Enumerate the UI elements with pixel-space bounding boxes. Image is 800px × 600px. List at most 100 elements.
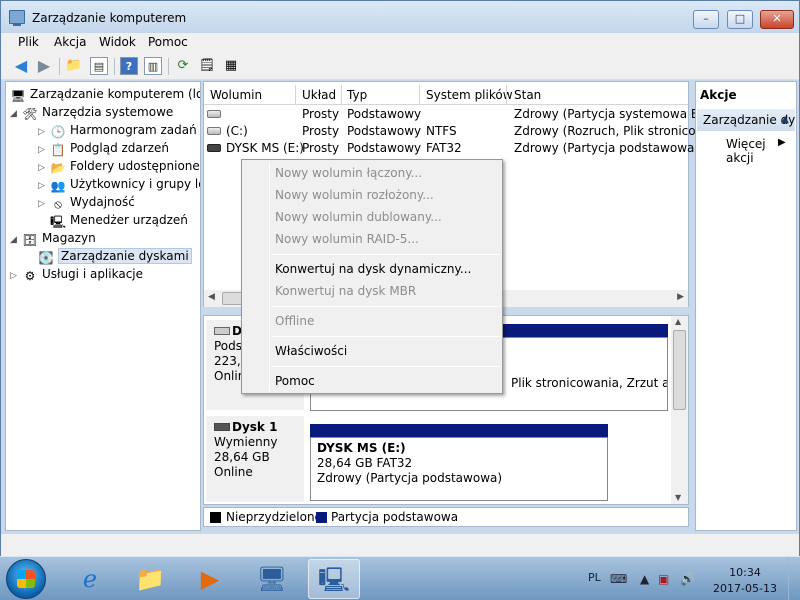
toolbar-separator (168, 58, 169, 75)
toolbar-separator (114, 58, 115, 75)
legend-label-primary: Partycja podstawowa (331, 510, 459, 524)
volume-filesystem: FAT32 (426, 141, 462, 155)
volume-row[interactable]: DYSK MS (E:) Prosty Podstawowy FAT32 Zdr… (204, 140, 699, 157)
tree-item-shared-folders[interactable]: ▷ 📂 Foldery udostępnione (38, 157, 200, 175)
disk-1-state: Online (214, 465, 253, 479)
volume-layout: Prosty (302, 107, 340, 121)
show-hide-tree-icon[interactable]: ▤ (90, 57, 108, 75)
tree-item-services[interactable]: ▷ ⚙ Usługi i aplikacje (10, 265, 143, 283)
volume-status: Zdrowy (Partycja podstawowa) (514, 141, 700, 155)
column-header-type[interactable]: Typ (347, 88, 367, 102)
tree-item-task-scheduler[interactable]: ▷ 🕒 Harmonogram zadań (38, 121, 197, 139)
scrollbar-thumb[interactable] (673, 330, 686, 410)
back-arrow-icon[interactable]: ◀ (12, 57, 30, 75)
menu-file[interactable]: Plik (18, 35, 39, 49)
actions-header: Akcje (700, 88, 737, 102)
tree-item-system-tools[interactable]: ◢ 🛠 Narzędzia systemowe (10, 103, 173, 121)
clock-time: 10:34 (729, 566, 761, 579)
disk-1-partition[interactable]: DYSK MS (E:) 28,64 GB FAT32 Zdrowy (Part… (310, 437, 608, 501)
tree-item-performance[interactable]: ▷ ⦸ Wydajność (38, 193, 135, 211)
collapse-arrow-icon[interactable]: ◢ (10, 105, 22, 123)
refresh-icon[interactable]: ⟳ (174, 57, 192, 75)
minimize-button[interactable]: – (693, 10, 719, 29)
computer-management-taskbar-button[interactable]: 🖳 (308, 559, 360, 599)
expand-arrow-icon[interactable]: ▷ (38, 195, 50, 213)
storage-icon: 🗄 (22, 233, 38, 247)
column-separator[interactable] (341, 85, 342, 105)
close-button[interactable]: ✕ (760, 10, 794, 29)
language-indicator[interactable]: PL (588, 571, 601, 584)
media-player-icon[interactable]: ▶ (184, 559, 236, 599)
performance-icon: ⦸ (54, 197, 62, 211)
tree-item-device-manager[interactable]: 🖳 Menedżer urządzeń (50, 211, 188, 229)
scroll-left-icon[interactable]: ◀ (208, 292, 215, 302)
tree-item-event-viewer[interactable]: ▷ 📋 Podgląd zdarzeń (38, 139, 169, 157)
keyboard-icon[interactable]: ⌨ (610, 572, 627, 586)
scroll-right-icon[interactable]: ▶ (677, 292, 684, 302)
control-panel-icon[interactable]: 🖥 (246, 559, 298, 599)
column-separator[interactable] (295, 85, 296, 105)
column-separator[interactable] (506, 85, 507, 105)
up-folder-icon[interactable]: 📁 (65, 57, 83, 75)
volume-type: Podstawowy (347, 107, 422, 121)
column-header-status[interactable]: Stan (514, 88, 541, 102)
volume-row[interactable]: (C:) Prosty Podstawowy NTFS Zdrowy (Rozr… (204, 123, 731, 140)
collapse-up-icon[interactable]: ▲ (781, 109, 789, 131)
volume-layout: Prosty (302, 141, 340, 155)
disk-management-icon: 💽 (38, 251, 54, 265)
actions-section-disk-management[interactable]: Zarządzanie dyskami▲ (697, 109, 795, 131)
device-manager-icon: 🖳 (50, 215, 67, 229)
properties-icon[interactable]: 🗒 (198, 57, 216, 75)
clock[interactable]: 10:34 2017-05-13 (713, 565, 777, 597)
drive-icon (207, 110, 221, 118)
legend: Nieprzydzielone Partycja podstawowa (203, 507, 689, 527)
volume-layout: Prosty (302, 124, 340, 138)
help-icon[interactable]: ? (120, 57, 138, 75)
file-explorer-icon[interactable]: 📁 (124, 559, 176, 599)
volume-row[interactable]: Prosty Podstawowy Zdrowy (Partycja syste… (204, 106, 714, 123)
column-header-layout[interactable]: Układ (302, 88, 336, 102)
vertical-scrollbar[interactable]: ▲ ▼ (671, 316, 688, 504)
menu-item-properties[interactable]: Właściwości (275, 344, 347, 358)
menu-item-convert-dynamic[interactable]: Konwertuj na dysk dynamiczny... (275, 262, 471, 276)
collapse-arrow-icon[interactable]: ◢ (10, 231, 22, 249)
tree-item-users-groups[interactable]: ▷👥Użytkownicy i grupy lokalne (38, 175, 200, 193)
start-button[interactable] (6, 559, 46, 599)
legend-label-unallocated: Nieprzydzielone (226, 510, 322, 524)
volume-name: DYSK MS (E:) (226, 141, 304, 155)
maximize-button[interactable]: □ (727, 10, 753, 29)
scroll-down-icon[interactable]: ▼ (675, 493, 681, 502)
column-separator[interactable] (419, 85, 420, 105)
volume-filesystem: NTFS (426, 124, 457, 138)
event-viewer-icon: 📋 (50, 143, 66, 157)
taskbar: ℯ 📁 ▶ 🖥 🖳 PL ⌨ ▲ ▣ 🔊 10:34 2017-05-13 (0, 556, 800, 600)
volume-icon[interactable]: 🔊 (680, 572, 695, 586)
menu-item-help[interactable]: Pomoc (275, 374, 315, 388)
toolbar-separator (59, 58, 60, 75)
export-list-icon[interactable]: ▦ (222, 57, 240, 75)
status-bar (1, 534, 799, 556)
show-hide-actions-icon[interactable]: ▥ (144, 57, 162, 75)
menu-item-new-striped-volume: Nowy wolumin rozłożony... (275, 188, 434, 202)
menu-item-new-mirrored-volume: Nowy wolumin dublowany... (275, 210, 442, 224)
tree-item-storage[interactable]: ◢ 🗄 Magazyn (10, 229, 96, 247)
column-header-filesystem[interactable]: System plików (426, 88, 513, 102)
tree-item-root[interactable]: 🖥Zarządzanie komputerem (lokalny) (10, 85, 200, 103)
internet-explorer-icon[interactable]: ℯ (64, 559, 116, 599)
scroll-up-icon[interactable]: ▲ (675, 317, 681, 326)
show-hidden-icons-icon[interactable]: ▲ (640, 572, 649, 586)
more-actions-link[interactable]: Więcej akcji ▶ (726, 137, 796, 165)
expand-arrow-icon[interactable]: ▷ (10, 267, 22, 285)
show-desktop-button[interactable] (788, 557, 800, 600)
column-header-volume[interactable]: Wolumin (210, 88, 262, 102)
volume-type: Podstawowy (347, 141, 422, 155)
menu-help[interactable]: Pomoc (148, 35, 188, 49)
forward-arrow-icon[interactable]: ▶ (35, 57, 53, 75)
menu-action[interactable]: Akcja (54, 35, 86, 49)
menu-item-convert-mbr: Konwertuj na dysk MBR (275, 284, 417, 298)
tree-item-disk-management[interactable]: 💽 Zarządzanie dyskami (38, 247, 192, 265)
menu-view[interactable]: Widok (99, 35, 136, 49)
network-icon[interactable]: ▣ (658, 572, 669, 586)
disk-1-info[interactable]: Dysk 1 Wymienny 28,64 GB Online (206, 416, 304, 502)
context-menu: Nowy wolumin łączony... Nowy wolumin roz… (241, 159, 503, 394)
